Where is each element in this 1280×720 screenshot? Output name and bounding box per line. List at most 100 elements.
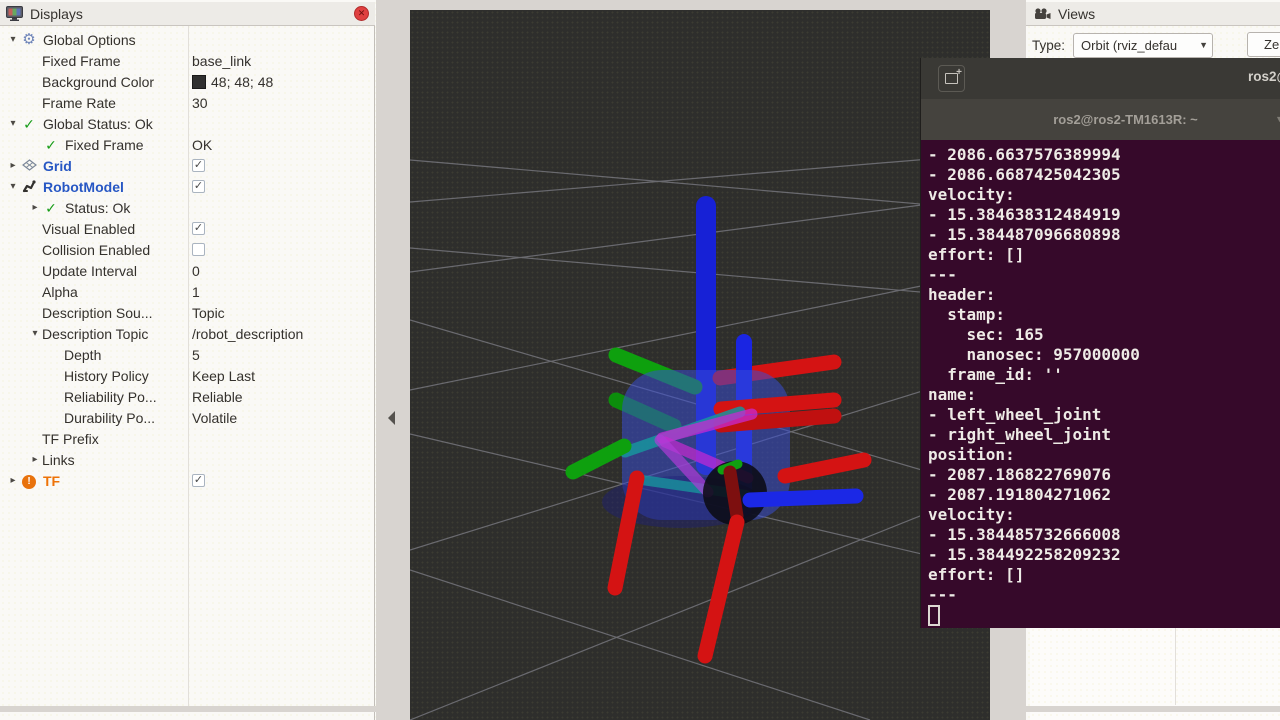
new-tab-icon <box>945 73 958 84</box>
row-value[interactable]: Keep Last <box>192 365 255 386</box>
tree-row[interactable]: History PolicyKeep Last <box>0 365 374 386</box>
tree-row[interactable]: Frame Rate 30 <box>0 92 374 113</box>
tree-row[interactable]: ▸! TF ✓ <box>0 470 374 491</box>
checkbox-checked[interactable]: ✓ <box>192 474 205 487</box>
row-label: Global Options <box>43 32 136 48</box>
tree-row[interactable]: Background Color48; 48; 48 <box>0 71 374 92</box>
tree-row[interactable]: Depth5 <box>0 344 374 365</box>
new-tab-button[interactable] <box>938 65 965 92</box>
checkbox-checked[interactable]: ✓ <box>192 159 205 172</box>
displays-panel-icon <box>6 6 23 21</box>
chevron-down-icon: ▼ <box>1199 40 1208 50</box>
terminal-tab-title[interactable]: ros2@ros2-TM1613R: ~ <box>1053 112 1198 127</box>
row-label: Frame Rate <box>42 95 116 111</box>
displays-panel-title: Displays <box>30 6 354 22</box>
row-value[interactable]: 48; 48; 48 <box>192 71 273 92</box>
row-value[interactable]: /robot_description <box>192 323 303 344</box>
row-label: Update Interval <box>42 263 137 279</box>
zero-button[interactable]: Ze <box>1247 32 1280 57</box>
checkbox-checked[interactable]: ✓ <box>192 222 205 235</box>
row-label: TF <box>43 473 60 489</box>
row-label: Global Status: Ok <box>43 116 153 132</box>
tree-row[interactable]: ✓Fixed FrameOK <box>0 134 374 155</box>
terminal-window-title: ros2@ <box>1248 69 1280 84</box>
tree-column-divider[interactable] <box>188 26 189 706</box>
row-value-text: 48; 48; 48 <box>211 74 273 90</box>
tree-row[interactable]: Reliability Po...Reliable <box>0 386 374 407</box>
row-icon-slot <box>20 179 38 195</box>
checkbox-checked[interactable]: ✓ <box>192 180 205 193</box>
row-value-text: Volatile <box>192 410 237 426</box>
expander-down-icon[interactable]: ▾ <box>6 181 20 192</box>
row-value[interactable]: 1 <box>192 281 200 302</box>
displays-close-icon[interactable]: ✕ <box>354 6 369 21</box>
expander-right-icon[interactable]: ▸ <box>6 475 20 486</box>
tab-list-chevron-icon[interactable]: ▼ <box>1275 114 1280 124</box>
terminal-content[interactable]: - 2086.6637576389994 - 2086.668742504230… <box>921 140 1280 628</box>
expander-down-icon[interactable]: ▾ <box>6 118 20 129</box>
checkbox-unchecked[interactable] <box>192 243 205 256</box>
row-label: Durability Po... <box>64 410 155 426</box>
views-toolbar: Type: Orbit (rviz_defau ▼ Ze <box>1026 28 1280 62</box>
row-value[interactable]: ✓ <box>192 155 205 176</box>
tree-row[interactable]: Description Sou...Topic <box>0 302 374 323</box>
tree-row[interactable]: ▸✓Status: Ok <box>0 197 374 218</box>
row-label: TF Prefix <box>42 431 99 447</box>
expander-down-icon[interactable]: ▾ <box>6 34 20 45</box>
views-panel-titlebar[interactable]: Views <box>1026 2 1280 26</box>
check-icon: ✓ <box>23 116 35 132</box>
row-value[interactable]: ✓ <box>192 176 205 197</box>
tree-row[interactable]: ▾Description Topic/robot_description <box>0 323 374 344</box>
row-value[interactable]: OK <box>192 134 212 155</box>
row-value[interactable]: 0 <box>192 260 200 281</box>
bottom-panel-sliver-right <box>1030 712 1280 720</box>
tree-row[interactable]: ▾✓ Global Status: Ok <box>0 113 374 134</box>
tree-row[interactable]: Collision Enabled <box>0 239 374 260</box>
row-value[interactable]: Reliable <box>192 386 243 407</box>
expander-right-icon[interactable]: ▸ <box>6 160 20 171</box>
row-value-text: 0 <box>192 263 200 279</box>
tree-row[interactable]: Fixed Frame base_link <box>0 50 374 71</box>
tree-row[interactable]: Alpha1 <box>0 281 374 302</box>
expander-down-icon[interactable]: ▾ <box>28 328 42 339</box>
row-value[interactable]: base_link <box>192 50 251 71</box>
displays-panel-titlebar[interactable]: Displays ✕ <box>0 2 375 26</box>
row-value-text: Topic <box>192 305 225 321</box>
color-swatch <box>192 75 206 89</box>
row-icon-slot: ! <box>20 472 38 489</box>
views-panel-icon <box>1034 8 1051 20</box>
row-value[interactable]: 5 <box>192 344 200 365</box>
row-value-text: 30 <box>192 95 208 111</box>
tree-row[interactable]: ▸Links <box>0 449 374 470</box>
expander-right-icon[interactable]: ▸ <box>28 454 42 465</box>
terminal-tabbar[interactable]: ros2@ros2-TM1613R: ~ ▼ <box>921 99 1280 140</box>
terminal-headerbar[interactable]: ros2@ <box>921 58 1280 100</box>
view-type-value: Orbit (rviz_defau <box>1081 38 1197 53</box>
tree-row[interactable]: TF Prefix <box>0 428 374 449</box>
terminal-window[interactable]: ros2@ ros2@ros2-TM1613R: ~ ▼ - 2086.6637… <box>920 58 1280 628</box>
check-icon: ✓ <box>45 137 57 153</box>
row-value[interactable] <box>192 239 205 260</box>
tree-row[interactable]: ▸Grid✓ <box>0 155 374 176</box>
row-value[interactable]: Topic <box>192 302 225 323</box>
tree-row[interactable]: ▾RobotModel✓ <box>0 176 374 197</box>
views-panel-title: Views <box>1058 6 1095 22</box>
row-value-text: 5 <box>192 347 200 363</box>
tree-row[interactable]: Visual Enabled ✓ <box>0 218 374 239</box>
check-icon: ✓ <box>45 200 57 216</box>
expander-right-icon[interactable]: ▸ <box>28 202 42 213</box>
tree-row[interactable]: Durability Po... Volatile <box>0 407 374 428</box>
3d-viewport[interactable] <box>410 10 990 720</box>
tree-row[interactable]: ▾⚙Global Options <box>0 29 374 50</box>
displays-panel: Displays ✕ ▾⚙Global Options Fixed Frame ba… <box>0 0 376 720</box>
row-label: Fixed Frame <box>42 53 121 69</box>
row-value-text: base_link <box>192 53 251 69</box>
row-value[interactable]: Volatile <box>192 407 237 428</box>
row-value[interactable]: ✓ <box>192 218 205 239</box>
row-label: Visual Enabled <box>42 221 135 237</box>
view-type-dropdown[interactable]: Orbit (rviz_defau ▼ <box>1073 33 1213 58</box>
row-value[interactable]: ✓ <box>192 470 205 491</box>
row-value[interactable]: 30 <box>192 92 208 113</box>
panel-splitter-handle[interactable] <box>388 411 396 427</box>
tree-row[interactable]: Update Interval 0 <box>0 260 374 281</box>
